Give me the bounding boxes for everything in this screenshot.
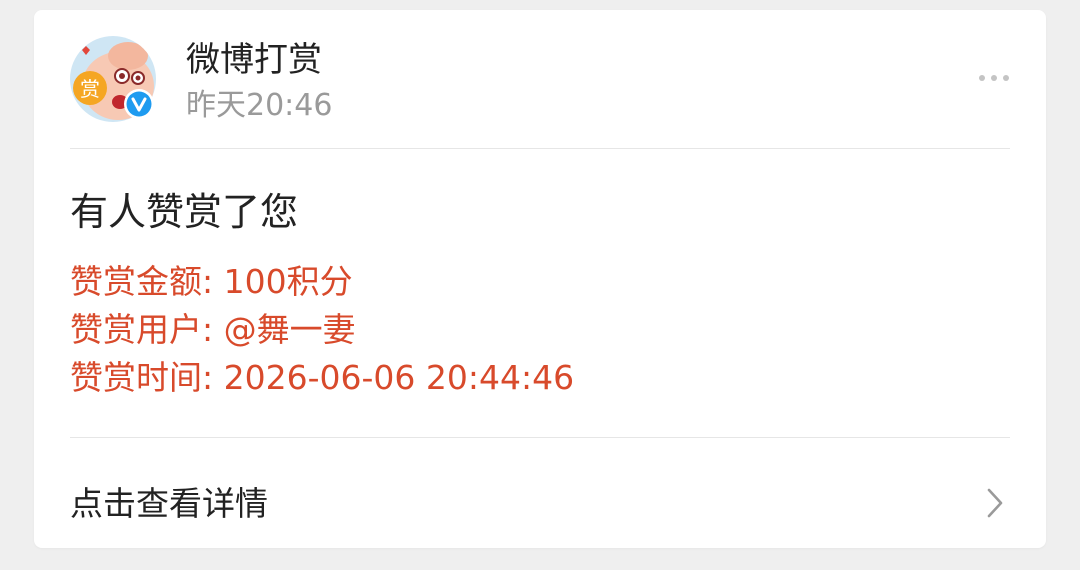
more-button[interactable] xyxy=(974,66,1014,90)
header-divider xyxy=(70,148,1010,149)
verified-badge-icon xyxy=(123,88,155,120)
message-timestamp: 昨天20:46 xyxy=(186,88,333,123)
chevron-right-icon xyxy=(984,486,1006,520)
reward-amount: 赞赏金额: 100积分 xyxy=(70,262,353,301)
more-dots-icon xyxy=(979,75,1009,81)
reward-time: 赞赏时间: 2026-06-06 20:44:46 xyxy=(70,358,575,397)
reward-user: 赞赏用户: @舞一妻 xyxy=(70,310,356,349)
card-header: 赏 微博打赏 昨天20:46 xyxy=(34,10,1046,148)
message-title: 有人赞赏了您 xyxy=(70,190,299,234)
avatar-badge-text: 赏 xyxy=(80,77,100,101)
notification-card: 赏 微博打赏 昨天20:46 有人赞赏了您 赞赏金额: 100积分 赞赏用户: … xyxy=(34,10,1046,548)
view-details-link[interactable]: 点击查看详情 xyxy=(34,438,1046,548)
sender-name[interactable]: 微博打赏 xyxy=(186,40,322,80)
view-details-label: 点击查看详情 xyxy=(70,484,268,523)
